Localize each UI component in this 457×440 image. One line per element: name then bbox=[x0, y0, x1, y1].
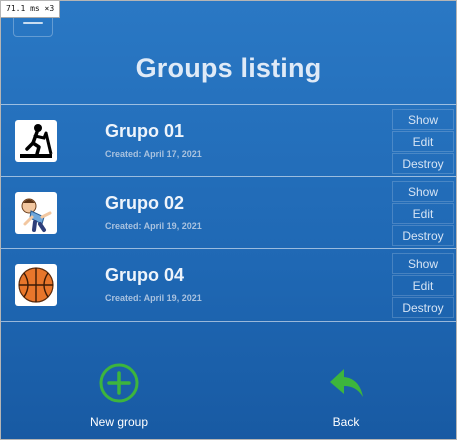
group-created-date: Created: April 19, 2021 bbox=[105, 293, 202, 303]
app-frame: 71.1 ms ×3 Groups listing Grupo 01 Creat… bbox=[0, 0, 457, 440]
performance-overlay: 71.1 ms ×3 bbox=[1, 1, 61, 18]
basketball-icon bbox=[15, 264, 57, 306]
treadmill-icon bbox=[15, 120, 57, 162]
group-row: Grupo 02 Created: April 19, 2021 Show Ed… bbox=[1, 176, 456, 248]
reply-arrow-icon bbox=[330, 369, 363, 397]
group-name[interactable]: Grupo 01 bbox=[105, 121, 184, 142]
show-button[interactable]: Show bbox=[392, 181, 454, 202]
group-row: Grupo 04 Created: April 19, 2021 Show Ed… bbox=[1, 248, 456, 322]
group-row: Grupo 01 Created: April 17, 2021 Show Ed… bbox=[1, 104, 456, 176]
group-created-date: Created: April 17, 2021 bbox=[105, 149, 202, 159]
destroy-button[interactable]: Destroy bbox=[392, 225, 454, 246]
row-actions: Show Edit Destroy bbox=[392, 181, 454, 247]
row-actions: Show Edit Destroy bbox=[392, 253, 454, 319]
edit-button[interactable]: Edit bbox=[392, 275, 454, 296]
edit-button[interactable]: Edit bbox=[392, 131, 454, 152]
show-button[interactable]: Show bbox=[392, 253, 454, 274]
page-title: Groups listing bbox=[135, 53, 322, 83]
hamburger-icon bbox=[23, 22, 43, 24]
new-group-button[interactable]: New group bbox=[69, 361, 169, 429]
groups-list: Grupo 01 Created: April 17, 2021 Show Ed… bbox=[1, 104, 456, 322]
new-group-label: New group bbox=[89, 415, 149, 429]
back-label: Back bbox=[332, 415, 360, 429]
stretching-boy-icon bbox=[15, 192, 57, 234]
back-button[interactable]: Back bbox=[296, 361, 396, 429]
show-button[interactable]: Show bbox=[392, 109, 454, 130]
row-actions: Show Edit Destroy bbox=[392, 109, 454, 175]
edit-button[interactable]: Edit bbox=[392, 203, 454, 224]
group-name[interactable]: Grupo 04 bbox=[105, 265, 184, 286]
destroy-button[interactable]: Destroy bbox=[392, 153, 454, 174]
add-circle-icon bbox=[99, 363, 139, 403]
group-created-date: Created: April 19, 2021 bbox=[105, 221, 202, 231]
group-name[interactable]: Grupo 02 bbox=[105, 193, 184, 214]
destroy-button[interactable]: Destroy bbox=[392, 297, 454, 318]
